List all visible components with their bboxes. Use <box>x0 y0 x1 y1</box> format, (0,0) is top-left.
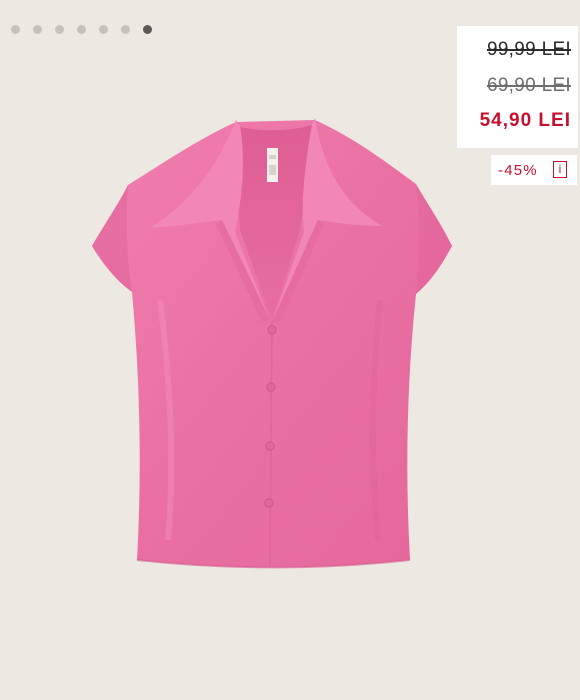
shirt-button-3 <box>265 441 275 451</box>
shirt-button-2 <box>266 382 276 392</box>
info-icon[interactable]: i <box>553 161 567 178</box>
price-panel: 99,99 LEI 69,90 LEI 54,90 LEI <box>457 26 578 148</box>
pager-dot-4[interactable] <box>77 25 86 34</box>
product-image <box>92 118 452 569</box>
discount-badge: -45% i <box>491 155 577 185</box>
pager-dot-5[interactable] <box>99 25 108 34</box>
shirt-button-4 <box>264 498 274 508</box>
pager-dot-2[interactable] <box>33 25 42 34</box>
previous-price: 69,90 LEI <box>486 75 571 96</box>
shirt-button-1 <box>267 325 277 335</box>
original-price: 99,99 LEI <box>486 39 571 60</box>
pager-dot-1[interactable] <box>11 25 20 34</box>
image-pager <box>11 25 152 34</box>
pager-dot-3[interactable] <box>55 25 64 34</box>
pager-dot-7[interactable] <box>143 25 152 34</box>
pager-dot-6[interactable] <box>121 25 130 34</box>
discount-label: -45% <box>498 162 538 179</box>
current-price: 54,90 LEI <box>479 110 571 131</box>
